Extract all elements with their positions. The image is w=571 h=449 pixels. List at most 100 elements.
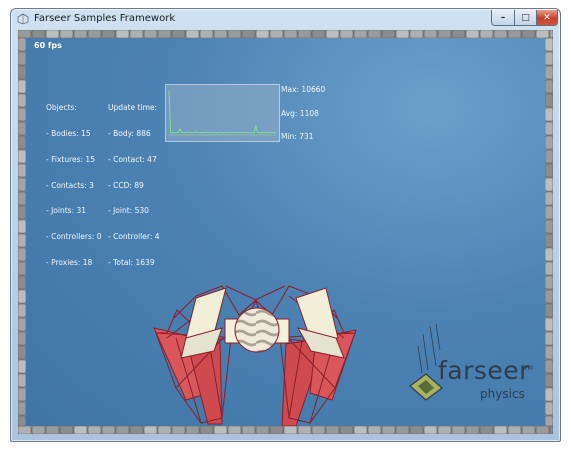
border-stone (18, 425, 32, 434)
border-stone (87, 30, 102, 39)
border-stone (535, 425, 550, 434)
border-stone (544, 219, 553, 234)
border-stone (353, 425, 368, 434)
border-stone (544, 191, 553, 206)
border-stone (544, 247, 553, 262)
border-stone (18, 205, 27, 220)
border-stone (367, 30, 382, 39)
border-stone (18, 359, 27, 374)
border-stone (241, 425, 256, 434)
border-stone (18, 401, 27, 416)
border-stone (544, 177, 553, 192)
border-stone (255, 30, 270, 39)
border-stone (269, 425, 284, 434)
border-stone (535, 30, 550, 39)
border-stone (45, 30, 60, 39)
border-stone (31, 425, 46, 434)
minimize-button[interactable]: – (491, 10, 515, 26)
border-stone (544, 415, 553, 427)
game-viewport[interactable]: 60 fps Objects: - Bodies: 15 - Fixtures:… (26, 38, 545, 426)
border-stone (437, 30, 452, 39)
crank-wheel (234, 307, 280, 353)
border-stone (269, 30, 284, 39)
border-stone (325, 30, 340, 39)
border-stone (544, 317, 553, 332)
border-stone (507, 30, 522, 39)
border-stone (451, 425, 466, 434)
border-stone (73, 30, 88, 39)
border-stone (544, 261, 553, 276)
border-stone (521, 30, 536, 39)
border-stone (465, 30, 480, 39)
border-stone (18, 303, 27, 318)
border-stone (479, 30, 494, 39)
border-stone (283, 425, 298, 434)
border-stone (18, 177, 27, 192)
border-stone (101, 425, 116, 434)
maximize-button[interactable]: □ (514, 10, 537, 26)
border-stone (544, 93, 553, 108)
border-stone (544, 303, 553, 318)
border-stone (59, 425, 74, 434)
border-stone (18, 37, 27, 52)
border-stone (544, 401, 553, 416)
border-stone (493, 30, 508, 39)
border-stone (199, 30, 214, 39)
border-stone (423, 425, 438, 434)
border-stone (45, 425, 60, 434)
border-stone (544, 331, 553, 346)
border-stone (157, 425, 172, 434)
border-stone (227, 425, 242, 434)
title-bar[interactable]: Farseer Samples Framework – □ ✕ (11, 9, 560, 29)
border-stone (18, 261, 27, 276)
logo-trademark: TM (524, 365, 533, 372)
logo-wordmark: farseer (438, 356, 530, 385)
border-stone (18, 107, 27, 122)
border-stone (73, 425, 88, 434)
border-stone (544, 107, 553, 122)
border-stone (18, 121, 27, 136)
border-stone (18, 219, 27, 234)
border-stone (521, 425, 536, 434)
stone-border-frame: 60 fps Objects: - Bodies: 15 - Fixtures:… (18, 30, 553, 434)
border-stone (544, 387, 553, 402)
border-stone (18, 387, 27, 402)
border-stone (129, 425, 144, 434)
border-stone (297, 425, 312, 434)
app-window: Farseer Samples Framework – □ ✕ 60 fps O… (10, 8, 561, 442)
border-stone (544, 79, 553, 94)
border-stone (18, 93, 27, 108)
border-stone (227, 30, 242, 39)
border-stone (171, 30, 186, 39)
border-stone (423, 30, 438, 39)
border-stone (18, 289, 27, 304)
border-stone (544, 51, 553, 66)
border-stone (199, 425, 214, 434)
border-stone (544, 135, 553, 150)
border-stone (311, 30, 326, 39)
border-stone (18, 247, 27, 262)
app-icon (17, 13, 29, 25)
border-stone (283, 30, 298, 39)
border-stone (544, 149, 553, 164)
border-stone (479, 425, 494, 434)
close-button[interactable]: ✕ (536, 10, 558, 26)
border-stone (395, 30, 410, 39)
border-stone (18, 191, 27, 206)
border-stone (544, 233, 553, 248)
border-stone (18, 415, 27, 427)
border-stone (213, 425, 228, 434)
border-stone (367, 425, 382, 434)
border-stone (241, 30, 256, 39)
window-title: Farseer Samples Framework (34, 13, 176, 24)
logo-subtitle: physics (480, 387, 525, 401)
border-stone (437, 425, 452, 434)
border-stone (18, 51, 27, 66)
border-stone (18, 65, 27, 80)
border-stone (544, 37, 553, 52)
walker-robot (153, 285, 357, 426)
border-stone (544, 359, 553, 374)
border-stone (339, 30, 354, 39)
border-stone (544, 345, 553, 360)
border-stone (325, 425, 340, 434)
